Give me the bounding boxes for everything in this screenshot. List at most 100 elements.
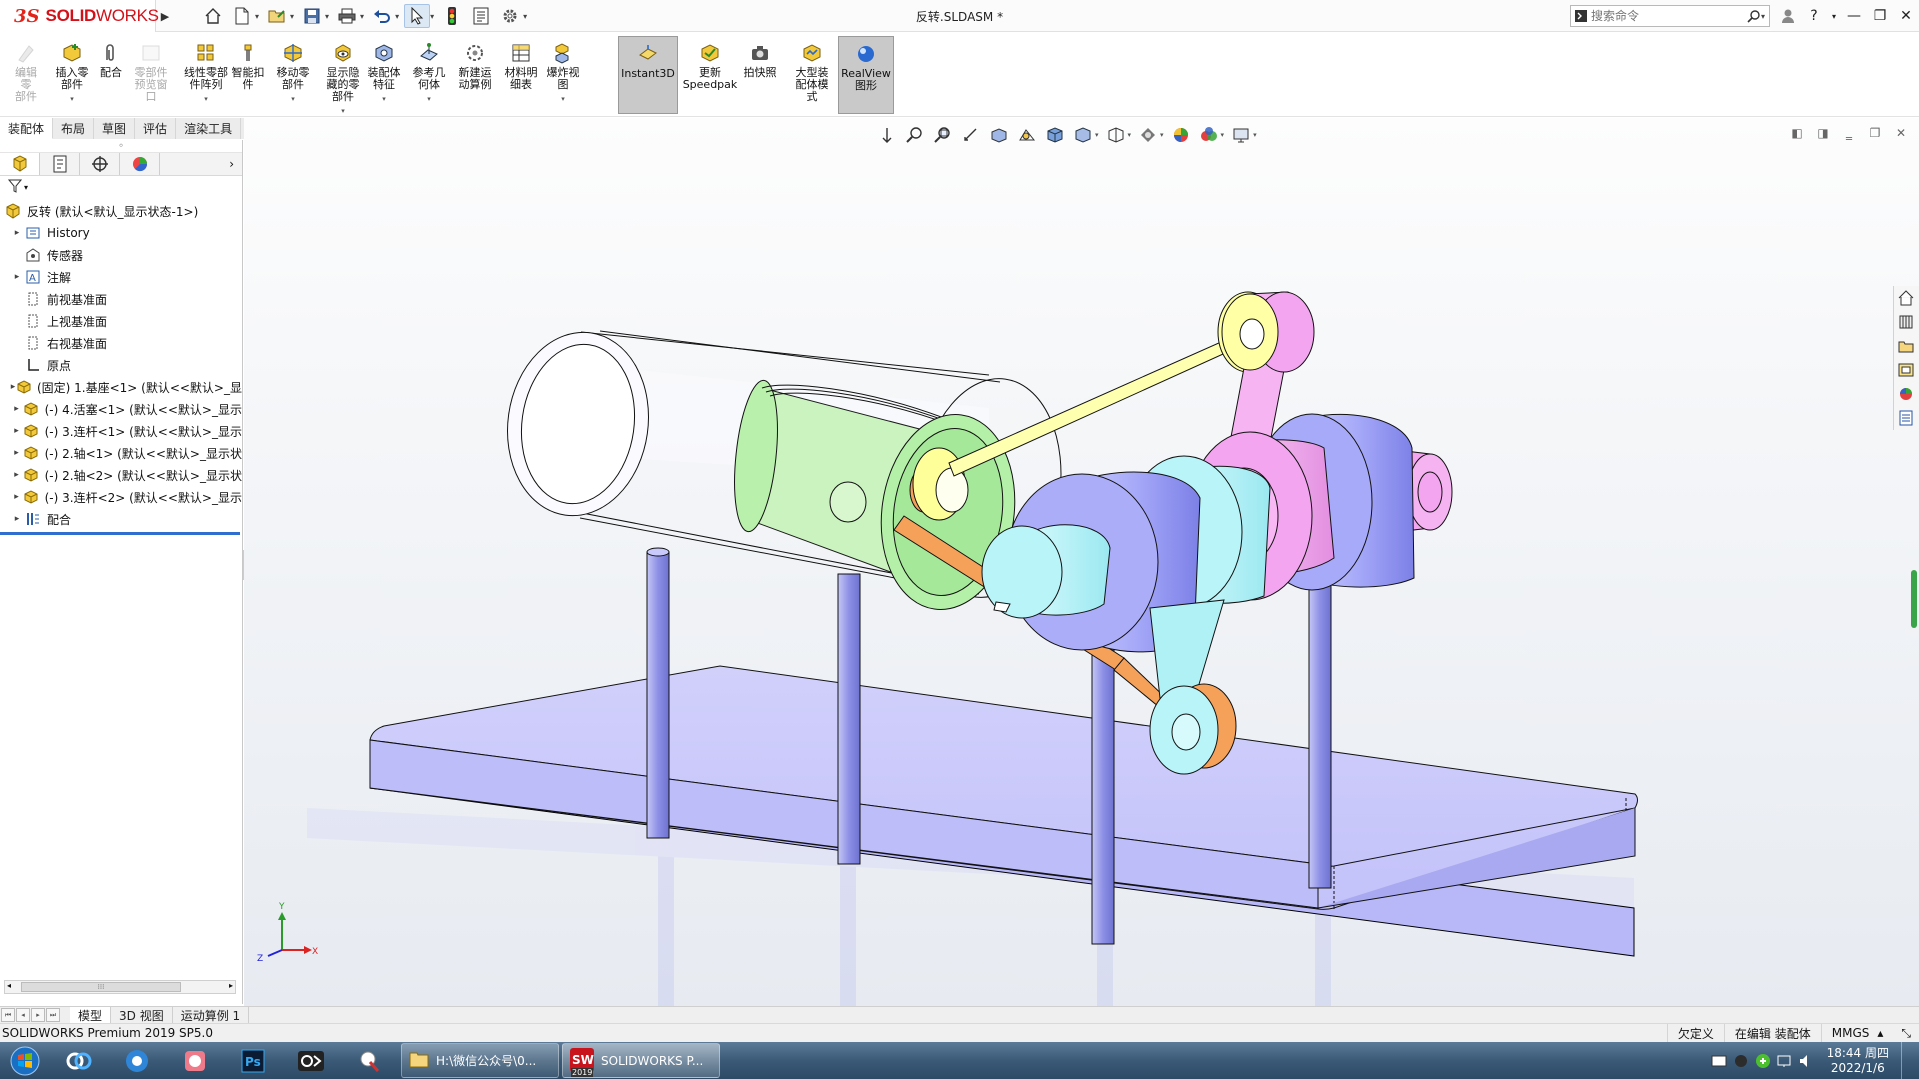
- hide-show-items-icon[interactable]: [1105, 124, 1127, 146]
- tree-item[interactable]: ▸ (-) 2.轴<1> (默认<<默认>_显示状: [0, 442, 242, 464]
- assembly-features-button[interactable]: 装配体 特征 ▾: [364, 36, 404, 114]
- viewport-tile-right-icon[interactable]: ◨: [1815, 126, 1831, 140]
- show-desktop-button[interactable]: [1901, 1042, 1913, 1079]
- hide-show-caret-icon[interactable]: ▾: [1128, 131, 1132, 139]
- scene-caret-icon[interactable]: ▾: [1221, 131, 1225, 139]
- appearance-caret-icon[interactable]: ▾: [1160, 131, 1164, 139]
- tray-app-icon[interactable]: [1733, 1053, 1749, 1069]
- open-file-icon[interactable]: [264, 4, 290, 28]
- tree-item[interactable]: ▸ (-) 4.活塞<1> (默认<<默认>_显示: [0, 398, 242, 420]
- view-settings-monitor-icon[interactable]: [1230, 124, 1252, 146]
- select-pointer-icon[interactable]: [404, 4, 431, 28]
- tab-last-icon[interactable]: ⏭: [46, 1008, 60, 1022]
- smart-fasteners-button[interactable]: 智能扣件: [228, 36, 268, 114]
- edit-appearance-icon[interactable]: [1137, 124, 1159, 146]
- network-icon[interactable]: [1777, 1053, 1793, 1069]
- scroll-right-icon[interactable]: ▸: [229, 981, 233, 990]
- bottom-tab-1[interactable]: 3D 视图: [111, 1007, 173, 1023]
- tab-0[interactable]: 装配体: [0, 118, 54, 139]
- rebuild-traffic-light-icon[interactable]: [439, 4, 465, 28]
- tree-item[interactable]: ▸ (-) 3.连杆<1> (默认<<默认>_显示: [0, 420, 242, 442]
- realview-scene-icon[interactable]: [1198, 124, 1220, 146]
- file-explorer-icon[interactable]: [1894, 334, 1918, 358]
- tool-app-icon[interactable]: [340, 1042, 398, 1079]
- home-icon[interactable]: [200, 4, 226, 28]
- select-caret-icon[interactable]: ▾: [430, 12, 434, 21]
- realview-button[interactable]: RealView 图形: [838, 36, 894, 114]
- bottom-tab-2[interactable]: 运动算例 1: [173, 1007, 250, 1023]
- options-gear-icon[interactable]: [497, 4, 523, 28]
- filter-caret-icon[interactable]: ▾: [24, 183, 28, 192]
- restore-button[interactable]: ❐: [1867, 0, 1893, 32]
- filter-icon[interactable]: [7, 179, 23, 196]
- unit-system-selector[interactable]: MMGS ▴: [1820, 1023, 1894, 1043]
- tab-1[interactable]: 布局: [53, 118, 95, 139]
- baidu-netdisk-icon[interactable]: [50, 1042, 108, 1079]
- expand-arrow-icon[interactable]: ▸: [10, 404, 23, 414]
- help-caret-icon[interactable]: ▾: [1827, 0, 1841, 32]
- appearances-scenes-icon[interactable]: [1894, 382, 1918, 406]
- customize-status-icon[interactable]: ⤡: [1893, 1024, 1919, 1043]
- propertymanager-tab-icon[interactable]: [40, 153, 80, 175]
- tree-item[interactable]: 前视基准面: [0, 288, 242, 310]
- viewport-scroll-indicator[interactable]: [1911, 570, 1917, 628]
- apply-scene-icon[interactable]: [1170, 124, 1192, 146]
- viewport-close-icon[interactable]: ✕: [1893, 126, 1909, 140]
- print-caret-icon[interactable]: ▾: [360, 12, 364, 21]
- tree-item[interactable]: 右视基准面: [0, 332, 242, 354]
- assembly-model-render[interactable]: Y Z X: [244, 118, 1919, 1006]
- tree-item[interactable]: ▸ History: [0, 222, 242, 244]
- solidworks-resources-home-icon[interactable]: [1894, 286, 1918, 310]
- tree-item[interactable]: ▸ (固定) 1.基座<1> (默认<<默认>_显: [0, 376, 242, 398]
- large-assembly-button[interactable]: 大型装 配体模式: [790, 36, 834, 114]
- viewport-restore-icon[interactable]: ❐: [1867, 126, 1883, 140]
- display-style-icon[interactable]: [1072, 124, 1094, 146]
- tab-first-icon[interactable]: ⏮: [1, 1008, 15, 1022]
- save-icon[interactable]: [299, 4, 325, 28]
- new-motion-study-button[interactable]: 新建运 动算例: [454, 36, 496, 114]
- view-settings-caret-icon[interactable]: ▾: [1253, 131, 1257, 139]
- taskbar-clock[interactable]: 18:44 周四 2022/1/6: [1821, 1046, 1895, 1076]
- configurationmanager-tab-icon[interactable]: [80, 153, 120, 175]
- search-input[interactable]: [1591, 7, 1744, 25]
- search-commands-box[interactable]: ▾: [1570, 5, 1770, 27]
- mate-button[interactable]: 配合: [96, 36, 126, 114]
- open-caret-icon[interactable]: ▾: [290, 12, 294, 21]
- previous-view-icon[interactable]: [960, 124, 982, 146]
- more-tabs-arrow-icon[interactable]: ›: [229, 157, 234, 171]
- exploded-view-button[interactable]: 爆炸视图 ▾: [544, 36, 582, 114]
- tree-item[interactable]: 传感器: [0, 244, 242, 266]
- new-file-caret-icon[interactable]: ▾: [255, 12, 259, 21]
- taskbar-window-1[interactable]: SW 2019 SOLIDWORKS P...: [562, 1043, 720, 1078]
- tree-root[interactable]: 反转 (默认<默认_显示状态-1>): [0, 200, 242, 222]
- move-component-button[interactable]: 移动零 部件 ▾: [272, 36, 314, 114]
- rollback-bar[interactable]: [0, 532, 240, 535]
- expand-arrow-icon[interactable]: ▸: [10, 272, 24, 282]
- search-caret-icon[interactable]: ▾: [1761, 12, 1765, 21]
- close-button[interactable]: ✕: [1893, 0, 1919, 32]
- tree-item[interactable]: 原点: [0, 354, 242, 376]
- insert-part-button[interactable]: 插入零 部件 ▾: [52, 36, 92, 114]
- expand-arrow-icon[interactable]: ▸: [10, 492, 23, 502]
- graphics-area[interactable]: Y Z X ▾ ▾ ▾ ▾ ▾ ◧ ◨ ‗ ❐ ✕: [244, 118, 1919, 1006]
- browser-icon[interactable]: [108, 1042, 166, 1079]
- tree-filter[interactable]: ▾: [0, 176, 242, 198]
- show-hidden-button[interactable]: 显示隐 藏的零 部件 ▾: [322, 36, 364, 115]
- panel-grip[interactable]: ⸰: [0, 140, 242, 152]
- snapshot-button[interactable]: 拍快照: [742, 36, 778, 114]
- reference-geometry-button[interactable]: 参考几 何体 ▾: [408, 36, 450, 114]
- zoom-to-area-icon[interactable]: [932, 124, 954, 146]
- edit-part-button[interactable]: 编辑零 部件: [12, 36, 40, 114]
- security-shield-icon[interactable]: [1755, 1053, 1771, 1069]
- zoom-to-fit-icon[interactable]: [904, 124, 926, 146]
- dynamic-annotation-icon[interactable]: [1016, 124, 1038, 146]
- design-library-icon[interactable]: [1894, 310, 1918, 334]
- dropdown-caret-icon[interactable]: ▾: [291, 93, 295, 105]
- tree-item[interactable]: ▸ (-) 2.轴<2> (默认<<默认>_显示状: [0, 464, 242, 486]
- preview-window-button[interactable]: 零部件 预览窗口: [132, 36, 170, 114]
- expand-arrow-icon[interactable]: ▸: [10, 426, 23, 436]
- taskbar-window-0[interactable]: H:\微信公众号\0...: [401, 1043, 559, 1078]
- standard-views-icon[interactable]: [876, 124, 898, 146]
- crank-arm-lower[interactable]: [1149, 599, 1237, 775]
- bom-button[interactable]: 材料明 细表: [500, 36, 542, 114]
